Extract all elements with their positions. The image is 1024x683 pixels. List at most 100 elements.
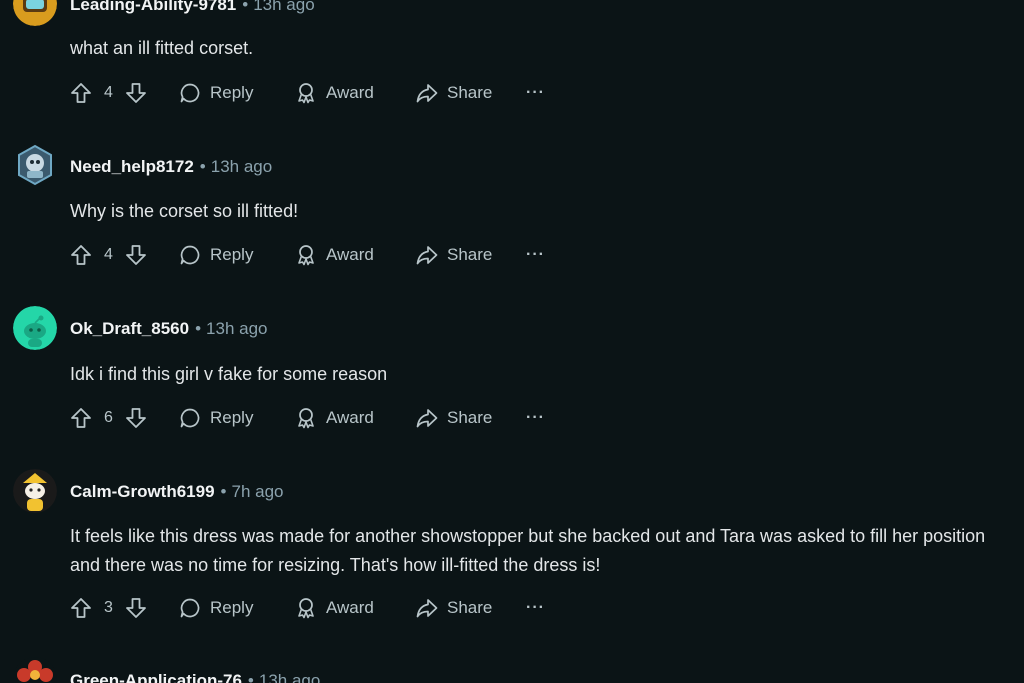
share-icon	[416, 84, 438, 103]
more-dots-icon: ···	[526, 409, 545, 426]
avatar[interactable]	[13, 306, 57, 350]
more-options-button[interactable]: ···	[526, 593, 545, 623]
share-label: Share	[447, 245, 493, 264]
more-options-button[interactable]: ···	[526, 240, 545, 270]
award-button[interactable]: Award	[294, 240, 374, 270]
more-options-button[interactable]: ···	[526, 403, 545, 433]
more-dots-icon: ···	[526, 599, 545, 616]
comment-meta: Green-Application-76 • 13h ago	[70, 671, 320, 683]
reply-label: Reply	[210, 408, 254, 427]
comment-text: It feels like this dress was made for an…	[70, 526, 986, 575]
award-icon	[298, 598, 314, 619]
award-button[interactable]: Award	[294, 593, 374, 623]
timestamp[interactable]: 13h ago	[206, 319, 267, 338]
username[interactable]: Leading-Ability-9781	[70, 0, 236, 14]
yellow-avatar-icon	[13, 0, 57, 26]
comment-actions: 6 Reply Award Share ···	[66, 403, 586, 433]
award-button[interactable]: Award	[294, 78, 374, 108]
downvote-button[interactable]	[124, 240, 148, 270]
upvote-button[interactable]	[69, 78, 93, 108]
downvote-button[interactable]	[124, 593, 148, 623]
reply-button[interactable]: Reply	[178, 593, 253, 623]
share-icon	[416, 599, 438, 618]
yellow-hat-snoo-avatar-icon	[13, 469, 57, 513]
comment-actions: 3 Reply Award Share ···	[66, 593, 586, 623]
more-dots-icon: ···	[526, 246, 545, 263]
comment-text: Why is the corset so ill fitted!	[70, 201, 299, 221]
avatar[interactable]	[13, 143, 57, 187]
award-label: Award	[326, 83, 374, 102]
comment-meta: Ok_Draft_8560 • 13h ago	[70, 319, 267, 339]
reply-label: Reply	[210, 83, 254, 102]
comment-bubble-icon	[180, 245, 200, 265]
arrow-down-icon	[126, 245, 146, 265]
reply-button[interactable]: Reply	[178, 403, 253, 433]
red-flower-avatar-icon	[13, 657, 57, 683]
award-label: Award	[326, 408, 374, 427]
vote-count: 4	[104, 84, 113, 101]
downvote-button[interactable]	[124, 78, 148, 108]
upvote-button[interactable]	[69, 403, 93, 433]
share-icon	[416, 246, 438, 265]
upvote-button[interactable]	[69, 593, 93, 623]
arrow-up-icon	[71, 83, 91, 103]
username[interactable]: Calm-Growth6199	[70, 482, 215, 501]
meta-separator: •	[247, 671, 254, 683]
arrow-up-icon	[71, 598, 91, 618]
reply-button[interactable]: Reply	[178, 78, 253, 108]
vote-count: 3	[104, 599, 113, 616]
username[interactable]: Green-Application-76	[70, 671, 242, 683]
comment-meta: Need_help8172 • 13h ago	[70, 157, 272, 177]
meta-separator: •	[199, 157, 206, 176]
timestamp[interactable]: 7h ago	[232, 482, 284, 501]
arrow-down-icon	[126, 408, 146, 428]
share-button[interactable]: Share	[415, 78, 492, 108]
share-icon	[416, 409, 438, 428]
share-button[interactable]: Share	[415, 593, 492, 623]
comment-text: Idk i find this girl v fake for some rea…	[70, 364, 388, 384]
share-button[interactable]: Share	[415, 240, 492, 270]
share-label: Share	[447, 598, 493, 617]
more-dots-icon: ···	[526, 84, 545, 101]
arrow-up-icon	[71, 408, 91, 428]
downvote-button[interactable]	[124, 403, 148, 433]
timestamp[interactable]: 13h ago	[259, 671, 320, 683]
more-options-button[interactable]: ···	[526, 78, 545, 108]
reply-button[interactable]: Reply	[178, 240, 253, 270]
reply-label: Reply	[210, 598, 254, 617]
reply-label: Reply	[210, 245, 254, 264]
meta-separator: •	[195, 319, 202, 338]
upvote-button[interactable]	[69, 240, 93, 270]
timestamp[interactable]: 13h ago	[211, 157, 272, 176]
award-icon	[298, 83, 314, 104]
comment-actions: 4 Reply Award Share ···	[66, 78, 586, 108]
arrow-down-icon	[126, 83, 146, 103]
username[interactable]: Need_help8172	[70, 157, 194, 176]
comment-text: what an ill fitted corset.	[70, 38, 254, 58]
comment-bubble-icon	[180, 83, 200, 103]
blue-robot-avatar-icon	[13, 143, 57, 187]
share-button[interactable]: Share	[415, 403, 492, 433]
avatar[interactable]	[13, 0, 57, 26]
meta-separator: •	[242, 0, 249, 14]
comment-bubble-icon	[180, 598, 200, 618]
award-label: Award	[326, 598, 374, 617]
username[interactable]: Ok_Draft_8560	[70, 319, 189, 338]
award-label: Award	[326, 245, 374, 264]
award-icon	[298, 245, 314, 266]
vote-count: 4	[104, 246, 113, 263]
arrow-down-icon	[126, 598, 146, 618]
avatar[interactable]	[13, 657, 57, 683]
share-label: Share	[447, 83, 493, 102]
comment-bubble-icon	[180, 408, 200, 428]
comment-actions: 4 Reply Award Share ···	[66, 240, 586, 270]
arrow-up-icon	[71, 245, 91, 265]
award-button[interactable]: Award	[294, 403, 374, 433]
avatar[interactable]	[13, 469, 57, 513]
vote-count: 6	[104, 409, 113, 426]
timestamp[interactable]: 13h ago	[253, 0, 314, 14]
comment-meta: Leading-Ability-9781 • 13h ago	[70, 0, 315, 15]
share-label: Share	[447, 408, 493, 427]
award-icon	[298, 408, 314, 429]
comment-meta: Calm-Growth6199 • 7h ago	[70, 482, 284, 502]
